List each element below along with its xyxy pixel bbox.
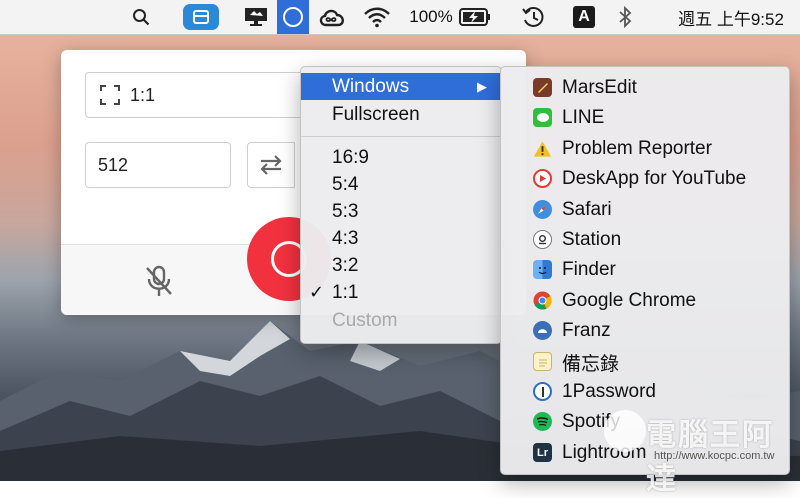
window-item-finder[interactable]: Finder: [501, 255, 789, 285]
menu-item-fullscreen[interactable]: Fullscreen: [301, 101, 501, 128]
menu-item-3-2[interactable]: 3:2: [301, 252, 501, 279]
swap-arrows-icon: [260, 155, 282, 175]
bluetooth-icon[interactable]: [614, 0, 636, 34]
notes-icon: [533, 352, 552, 371]
input-method-icon[interactable]: A: [570, 0, 598, 34]
wifi-icon[interactable]: [360, 0, 394, 34]
window-item-franz[interactable]: Franz: [501, 316, 789, 346]
crop-frame-icon: [100, 85, 120, 105]
screen-recorder-app-icon[interactable]: [182, 0, 220, 34]
menu-item-4-3[interactable]: 4:3: [301, 225, 501, 252]
lightroom-icon: Lr: [533, 443, 552, 462]
battery-charging-icon[interactable]: [458, 0, 492, 34]
youtube-icon: [533, 169, 552, 188]
time-machine-icon[interactable]: [518, 0, 548, 34]
creative-cloud-icon[interactable]: [316, 0, 348, 34]
safari-icon: [533, 200, 552, 219]
site-watermark: 電腦王阿達 http://www.kocpc.com.tw: [588, 408, 788, 496]
spotlight-search-icon[interactable]: [128, 0, 154, 34]
line-icon: [533, 108, 552, 127]
menu-separator: [301, 136, 501, 137]
window-item-notes[interactable]: 備忘錄: [501, 347, 789, 377]
size-value: 512: [98, 154, 129, 175]
window-item-line[interactable]: LINE: [501, 103, 789, 133]
capture-circle-icon[interactable]: [277, 0, 309, 34]
spotify-icon: [533, 412, 552, 431]
watermark-logo-icon: [604, 410, 646, 452]
menu-item-16-9[interactable]: 16:9: [301, 144, 501, 171]
menu-item-1-1[interactable]: ✓ 1:1: [301, 279, 501, 306]
window-item-deskapp-youtube[interactable]: DeskApp for YouTube: [501, 164, 789, 194]
window-item-problem-reporter[interactable]: Problem Reporter: [501, 134, 789, 164]
franz-icon: [533, 321, 552, 340]
marsedit-icon: [533, 78, 552, 97]
menu-item-5-3[interactable]: 5:3: [301, 198, 501, 225]
menu-bar: 100% A 週五 上午9:52: [0, 0, 800, 35]
battery-percentage: 100%: [409, 7, 453, 26]
chrome-icon: [533, 291, 552, 310]
aspect-ratio-menu: Windows ▶ Fullscreen 16:9 5:4 5:3 4:3 3:…: [300, 66, 502, 344]
watermark-url: http://www.kocpc.com.tw: [654, 450, 775, 462]
mic-muted-icon[interactable]: [145, 264, 173, 303]
warning-icon: [533, 139, 552, 158]
aspect-ratio-value: 1:1: [130, 84, 156, 105]
swap-dimensions-button[interactable]: [247, 142, 295, 188]
menu-item-windows[interactable]: Windows ▶: [301, 73, 501, 100]
menubar-clock[interactable]: 週五 上午9:52: [662, 0, 800, 34]
menu-item-custom: Custom: [332, 309, 398, 331]
window-item-1password[interactable]: 1Password: [501, 377, 789, 407]
window-item-safari[interactable]: Safari: [501, 195, 789, 225]
window-item-google-chrome[interactable]: Google Chrome: [501, 286, 789, 316]
size-input[interactable]: 512: [85, 142, 231, 188]
menu-item-5-4[interactable]: 5:4: [301, 171, 501, 198]
station-icon: [533, 230, 552, 249]
finder-icon: [533, 260, 552, 279]
window-item-marsedit[interactable]: MarsEdit: [501, 73, 789, 103]
checkmark-icon: ✓: [309, 282, 325, 302]
display-icon[interactable]: [242, 0, 270, 34]
submenu-arrow-icon: ▶: [477, 78, 487, 94]
window-item-station[interactable]: Station: [501, 225, 789, 255]
onepassword-icon: [533, 382, 552, 401]
